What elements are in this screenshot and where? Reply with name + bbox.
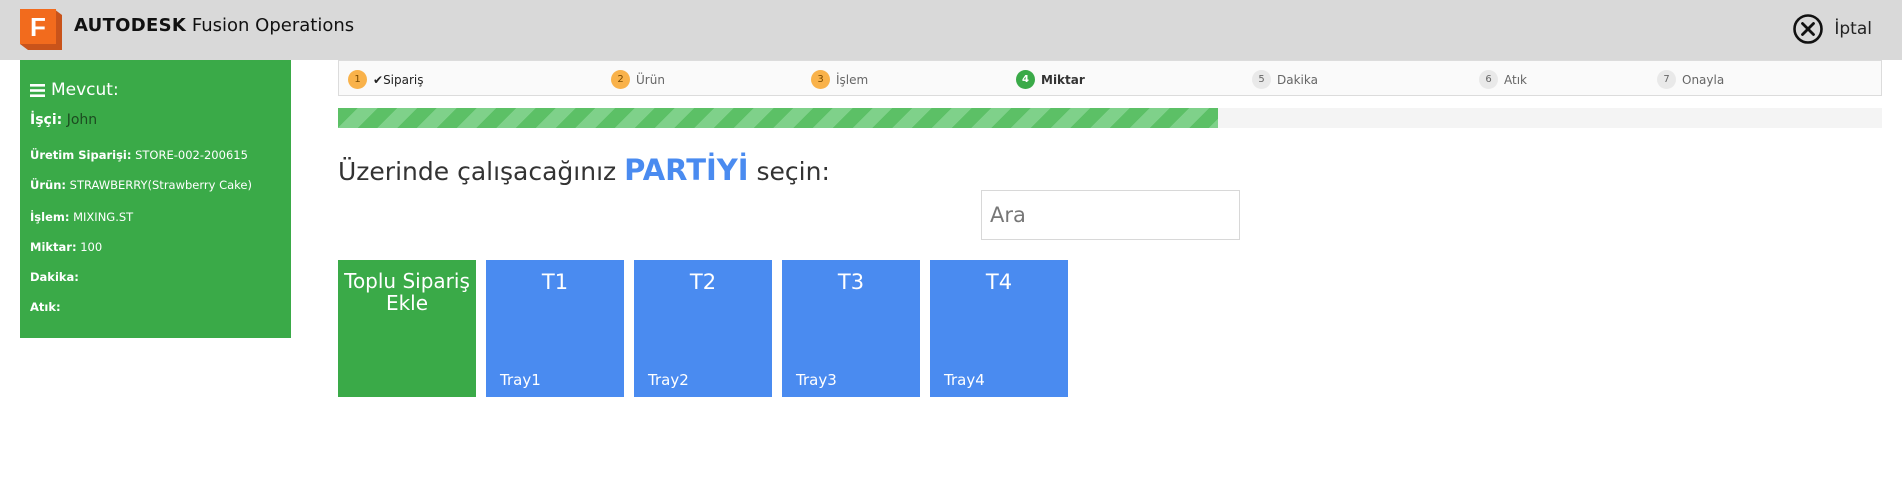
operation-label: İşlem:: [30, 210, 70, 224]
product-label: Ürün:: [30, 178, 66, 192]
title-pre: Üzerinde çalışacağınız: [338, 157, 617, 186]
batch-tile-t4[interactable]: T4 Tray4: [930, 260, 1068, 397]
waste-label: Atık:: [30, 300, 61, 314]
step-number: 1: [348, 70, 367, 89]
step-label: Ürün: [636, 72, 665, 87]
batch-code: T4: [985, 270, 1013, 294]
step-order[interactable]: 1 ✔Sipariş: [348, 70, 424, 89]
brand-rest: Fusion Operations: [191, 15, 355, 36]
brand-title: AUTODESK Fusion Operations: [74, 15, 354, 36]
progress-fill: [338, 108, 1219, 128]
step-number: 4: [1016, 70, 1035, 89]
step-number: 2: [611, 70, 630, 89]
worker-row: İşçi: John: [30, 112, 97, 128]
panel-title-label: Mevcut:: [51, 80, 119, 100]
worker-value: John: [66, 112, 98, 128]
production-order-value: STORE-002-200615: [135, 148, 248, 162]
current-info-panel: Mevcut: İşçi: John Üretim Siparişi: STOR…: [20, 60, 291, 338]
fusion-logo-icon: F: [20, 9, 62, 50]
step-number: 6: [1479, 70, 1498, 89]
step-confirm[interactable]: 7 Onayla: [1657, 70, 1724, 89]
panel-title: Mevcut:: [30, 80, 119, 100]
product-row: Ürün: STRAWBERRY(Strawberry Cake): [30, 178, 252, 192]
title-post: seçin:: [756, 157, 830, 186]
cancel-label: İptal: [1834, 19, 1872, 39]
close-circle-icon: [1793, 14, 1824, 44]
step-label: Dakika: [1277, 72, 1318, 87]
waste-row: Atık:: [30, 300, 61, 314]
production-order-label: Üretim Siparişi:: [30, 148, 132, 162]
batch-name: Tray3: [796, 371, 837, 389]
search-input[interactable]: [981, 190, 1240, 240]
step-quantity[interactable]: 4 Miktar: [1016, 70, 1085, 89]
step-product[interactable]: 2 Ürün: [611, 70, 665, 89]
batch-code: T3: [837, 270, 865, 294]
product-value: STRAWBERRY(Strawberry Cake): [69, 178, 252, 192]
page-title: Üzerinde çalışacağınız PARTİYİ seçin:: [338, 153, 830, 187]
production-order-row: Üretim Siparişi: STORE-002-200615: [30, 148, 248, 162]
progress-bar: [338, 108, 1882, 128]
step-label: ✔Sipariş: [373, 73, 424, 87]
batch-name: Tray4: [944, 371, 985, 389]
add-bulk-order-button[interactable]: Toplu Sipariş Ekle: [338, 260, 476, 397]
cancel-button[interactable]: İptal: [1792, 13, 1872, 45]
operation-value: MIXING.ST: [73, 210, 134, 224]
step-label: Atık: [1504, 72, 1527, 87]
batch-tile-t2[interactable]: T2 Tray2: [634, 260, 772, 397]
quantity-value: 100: [80, 240, 103, 254]
worker-label: İşçi:: [30, 112, 63, 128]
minutes-row: Dakika:: [30, 270, 79, 284]
operation-row: İşlem: MIXING.ST: [30, 210, 133, 224]
app-header: F AUTODESK Fusion Operations İptal: [0, 0, 1902, 60]
batch-code: T1: [541, 270, 569, 294]
menu-icon: [30, 83, 45, 97]
quantity-label: Miktar:: [30, 240, 77, 254]
step-label: Onayla: [1682, 72, 1725, 87]
minutes-label: Dakika:: [30, 270, 79, 284]
step-operation[interactable]: 3 İşlem: [811, 70, 868, 89]
quantity-row: Miktar: 100: [30, 240, 102, 254]
step-minutes[interactable]: 5 Dakika: [1252, 70, 1318, 89]
step-label: Miktar: [1041, 72, 1085, 87]
title-highlight: PARTİYİ: [624, 153, 749, 187]
step-waste[interactable]: 6 Atık: [1479, 70, 1527, 89]
step-number: 5: [1252, 70, 1271, 89]
add-bulk-order-label: Toplu Sipariş Ekle: [344, 269, 470, 315]
batch-code: T2: [689, 270, 717, 294]
step-number: 7: [1657, 70, 1676, 89]
batch-tile-t3[interactable]: T3 Tray3: [782, 260, 920, 397]
step-number: 3: [811, 70, 830, 89]
batch-tile-t1[interactable]: T1 Tray1: [486, 260, 624, 397]
step-label: İşlem: [836, 72, 869, 87]
step-order-label: Sipariş: [383, 72, 424, 87]
logo-letter: F: [30, 12, 46, 42]
brand-bold: AUTODESK: [74, 15, 187, 36]
batch-name: Tray1: [500, 371, 541, 389]
check-icon: ✔: [373, 72, 384, 87]
batch-name: Tray2: [648, 371, 689, 389]
step-wizard: 1 ✔Sipariş 2 Ürün 3 İşlem 4 Miktar 5 Dak…: [338, 60, 1882, 96]
